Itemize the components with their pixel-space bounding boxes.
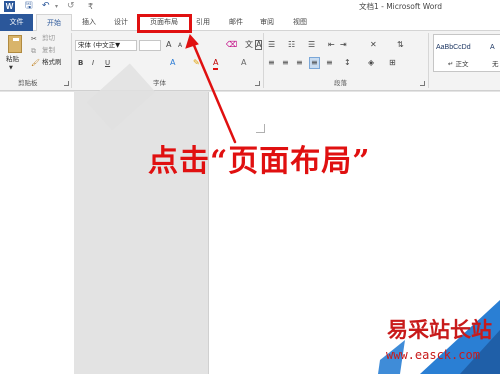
underline-icon[interactable]: U (105, 58, 110, 68)
paste-dropdown-icon[interactable]: ▼ (9, 64, 13, 73)
char-shading-icon[interactable]: A (241, 58, 246, 68)
paragraph-group-label: 段落 (334, 79, 347, 87)
paragraph-launcher-icon[interactable] (420, 81, 425, 86)
title-bar: W 🖫 ↶ ▾ ↺ ₹ 文档1 - Microsoft Word (0, 0, 500, 14)
crop-mark-vertical (264, 124, 265, 133)
style-no-spacing-label: 无 (492, 60, 499, 68)
tab-review[interactable]: 审阅 (256, 14, 278, 31)
asian-layout-icon[interactable]: ✕ (370, 40, 377, 50)
justify-icon[interactable]: ≡ (309, 57, 320, 69)
style-normal-sample: AaBbCcDd (436, 44, 471, 51)
group-divider (263, 33, 264, 88)
shrink-font-icon[interactable]: A (178, 41, 182, 51)
clipboard-launcher-icon[interactable] (64, 81, 69, 86)
text-effects-icon[interactable]: A (170, 58, 175, 68)
shading-icon[interactable]: ◈ (368, 58, 374, 68)
align-center-icon[interactable]: ≡ (282, 58, 289, 68)
font-launcher-icon[interactable] (255, 81, 260, 86)
pinyin-icon[interactable]: 文 (245, 40, 253, 50)
watermark-name: 易采站长站 (387, 317, 492, 342)
ribbon-tabs: 文件 开始 插入 设计 页面布局 引用 邮件 审阅 视图 (0, 14, 500, 32)
cut-icon[interactable]: ✂ (31, 34, 37, 44)
font-color-icon[interactable]: A (213, 58, 219, 70)
callout-text: 点击“页面布局” (148, 144, 371, 179)
window-title: 文档1 - Microsoft Word (358, 2, 442, 11)
tab-view[interactable]: 视图 (289, 14, 311, 31)
tab-design[interactable]: 设计 (108, 14, 134, 31)
sort-icon[interactable]: ⇅ (397, 40, 404, 50)
decrease-indent-icon[interactable]: ⇤ (328, 40, 335, 50)
tab-file[interactable]: 文件 (0, 14, 33, 31)
increase-indent-icon[interactable]: ⇥ (340, 40, 347, 50)
copy-icon[interactable]: ⧉ (31, 46, 36, 56)
clipboard-group-label: 剪贴板 (18, 79, 38, 87)
align-left-icon[interactable]: ≡ (268, 58, 275, 68)
line-spacing-icon[interactable]: ↕ (344, 58, 351, 68)
numbering-icon[interactable]: ☷ (288, 40, 295, 50)
distributed-icon[interactable]: ≡ (326, 58, 333, 68)
tab-insert[interactable]: 插入 (76, 14, 102, 31)
word-window: W 🖫 ↶ ▾ ↺ ₹ 文档1 - Microsoft Word 文件 开始 插… (0, 0, 500, 374)
style-normal[interactable]: AaBbCcDd ↵ 正文 (434, 36, 486, 70)
font-name-combo[interactable]: 宋体 (中文正▼ (75, 40, 137, 51)
clipboard-clip-icon (13, 38, 19, 41)
copy-button-label[interactable]: 复制 (42, 46, 55, 55)
highlight-box (137, 14, 192, 33)
char-border-icon[interactable]: A (255, 40, 263, 50)
italic-icon[interactable]: I (92, 58, 94, 68)
page-left-strip (0, 92, 74, 374)
paste-button-label[interactable]: 粘贴 (6, 55, 19, 64)
multilevel-list-icon[interactable]: ☰ (308, 40, 315, 50)
tab-references[interactable]: 引用 (191, 14, 215, 31)
ribbon-home: 粘贴 ▼ ✂ 剪切 ⧉ 复制 🖌 格式刷 剪贴板 宋体 (中文正▼ A A B … (0, 31, 500, 91)
clear-format-icon[interactable]: ⌫ (226, 40, 237, 50)
format-painter-icon[interactable]: 🖌 (31, 58, 40, 68)
format-painter-label[interactable]: 格式刷 (42, 58, 62, 67)
watermark-url: www.easck.com (386, 348, 480, 362)
tab-home[interactable]: 开始 (36, 14, 72, 32)
style-normal-label: ↵ 正文 (448, 60, 469, 68)
style-no-spacing-sample: A (490, 44, 495, 51)
style-no-spacing[interactable]: A 无 (488, 36, 500, 70)
styles-gallery: AaBbCcDd ↵ 正文 A 无 (433, 34, 500, 72)
align-right-icon[interactable]: ≡ (296, 58, 303, 68)
bullets-icon[interactable]: ☰ (268, 40, 275, 50)
group-divider (428, 33, 429, 88)
bold-icon[interactable]: B (78, 58, 83, 68)
cut-button-label[interactable]: 剪切 (42, 34, 55, 43)
highlight-icon[interactable]: ✎ (193, 58, 200, 68)
font-size-combo[interactable] (139, 40, 161, 51)
tab-mailings[interactable]: 邮件 (225, 14, 247, 31)
group-divider (71, 33, 72, 88)
grow-font-icon[interactable]: A (166, 40, 171, 50)
borders-icon[interactable]: ⊞ (389, 58, 396, 68)
font-group-label: 字体 (153, 79, 166, 87)
